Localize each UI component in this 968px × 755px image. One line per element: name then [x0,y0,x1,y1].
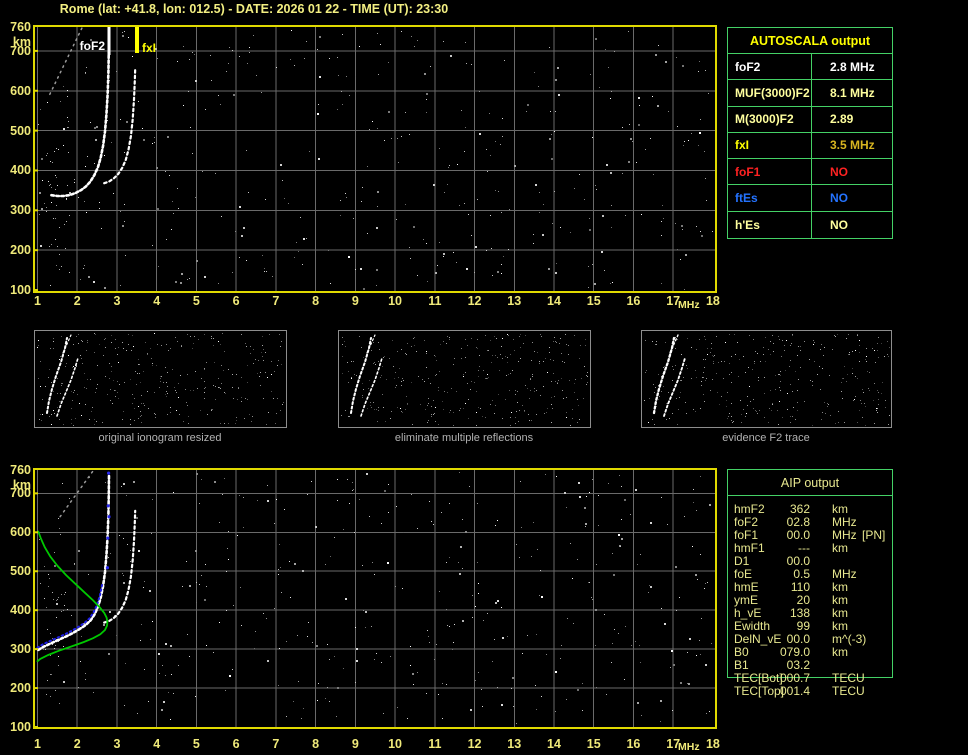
x-tick-label: 4 [153,294,161,308]
autoscala-row-value: 8.1 MHz [812,80,892,107]
thumbnail-caption-1: original ionogram resized [98,432,222,444]
x-tick-label: 9 [351,294,359,308]
autoscala-row-label: M(3000)F2 [728,106,812,133]
x-tick-label: 5 [192,737,200,751]
x-tick-label: 16 [626,294,641,308]
x-tick-label: 10 [388,737,403,751]
y-tick-label: 400 [10,163,31,177]
y-tick-label: 400 [10,603,31,617]
x-tick-label: 7 [272,737,280,751]
x-tick-label: 1 [34,737,41,751]
thumbnail-caption-3: evidence F2 trace [722,432,810,444]
top-x-axis-unit: MHz [678,299,700,311]
bottom-x-axis-unit: MHz [678,741,700,753]
x-tick-label: 12 [467,737,482,751]
autoscala-row-label: foF2 [728,54,812,81]
thumbnail-caption-2: eliminate multiple reflections [394,432,534,444]
x-tick-label: 18 [705,737,720,751]
fof2-marker-label: foF2 [80,39,106,53]
y-tick-label: 760 [10,20,31,34]
aip-row: 00.0 D1 [728,555,892,568]
aip-table-header: AIP output [728,470,892,496]
x-tick-label: 8 [312,737,320,751]
x-tick-label: 13 [507,294,522,308]
aip-row-unit: TECU [832,684,865,698]
y-tick-label: 600 [10,525,31,539]
x-tick-label: 7 [272,294,280,308]
aip-output-table: AIP output 362 hmF2 km 02.8 foF2 MHz 00.0 foF1 M… [727,469,893,698]
y-tick-label: 500 [10,124,31,138]
aip-row: 001.4 TEC[Top] TECU [728,685,892,698]
autoscala-table-header: AUTOSCALA output [728,28,892,54]
y-tick-label: 300 [10,642,31,656]
autoscala-row-value: 2.8 MHz [812,54,892,81]
autoscala-row-label: fxI [728,132,812,160]
aip-row: 079.0 B0 km [728,646,892,659]
x-tick-label: 18 [705,294,720,308]
top-y-axis-unit: km [12,35,31,49]
autoscala-row-value: NO [830,217,848,232]
x-tick-label: 11 [428,737,442,751]
x-tick-label: 14 [547,737,561,751]
y-tick-label: 100 [10,720,31,734]
thumbnail-evidence-f2-trace [641,330,892,428]
ionogram-plot-top: foF2 fxI [33,25,717,293]
x-tick-label: 4 [153,737,161,751]
x-tick-label: 15 [586,737,601,751]
y-tick-label: 200 [10,243,31,257]
autoscala-row-value: NO [812,185,892,212]
x-tick-label: 5 [192,294,200,308]
bottom-y-axis-unit: km [12,478,31,492]
x-tick-label: 16 [626,737,641,751]
x-tick-label: 1 [34,294,41,308]
x-tick-label: 13 [507,737,522,751]
x-tick-label: 11 [428,294,442,308]
aip-row-unit: km [832,541,848,555]
x-tick-label: 3 [113,294,121,308]
x-tick-label: 8 [312,294,320,308]
thumbnail-eliminate-reflections [338,330,591,428]
aip-table-rows: 362 hmF2 km 02.8 foF2 MHz 00.0 foF1 MHz [PN] --- hm… [728,503,892,698]
y-tick-label: 500 [10,564,31,578]
y-tick-label: 760 [10,463,31,477]
autoscala-row-value: 3.5 MHz [812,133,892,160]
autoscala-row-value: 2.89 [812,107,892,133]
x-tick-label: 2 [73,294,81,308]
x-tick-label: 6 [232,737,240,751]
autoscala-row-label: foF1 [728,159,812,186]
autoscala-row-label: h'Es [728,211,812,238]
x-tick-label: 9 [351,737,359,751]
aip-row-label: TEC[Top] [734,684,785,698]
x-tick-label: 12 [467,294,482,308]
y-tick-label: 600 [10,84,31,98]
x-tick-label: 15 [586,294,601,308]
x-tick-label: 14 [547,294,561,308]
aip-row: --- hmF1 km [728,542,892,555]
autoscala-window: Rome (lat: +41.8, lon: 012.5) - DATE: 20… [0,0,968,755]
autoscala-row-label: ftEs [728,185,812,212]
ionogram-plot-bottom [33,468,717,729]
aip-row-extra: [PN] [862,528,886,542]
page-title: Rome (lat: +41.8, lon: 012.5) - DATE: 20… [59,2,449,16]
fxi-marker-label: fxI [142,41,156,55]
aip-row: 00.0 DelN_vE m^(-3) [728,633,892,646]
autoscala-row-value: NO [812,159,892,186]
aip-row-unit: km [832,645,848,659]
x-tick-label: 2 [73,737,81,751]
x-tick-label: 3 [113,737,121,751]
autoscala-output-table: AUTOSCALA output foF2 2.8 MHz MUF(3000)F2 8… [727,27,893,239]
thumbnail-original-ionogram [34,330,287,428]
x-tick-label: 10 [388,294,403,308]
x-tick-label: 6 [232,294,240,308]
y-tick-label: 200 [10,681,31,695]
autoscala-row-label: MUF(3000)F2 [728,80,812,107]
y-tick-label: 300 [10,203,31,217]
